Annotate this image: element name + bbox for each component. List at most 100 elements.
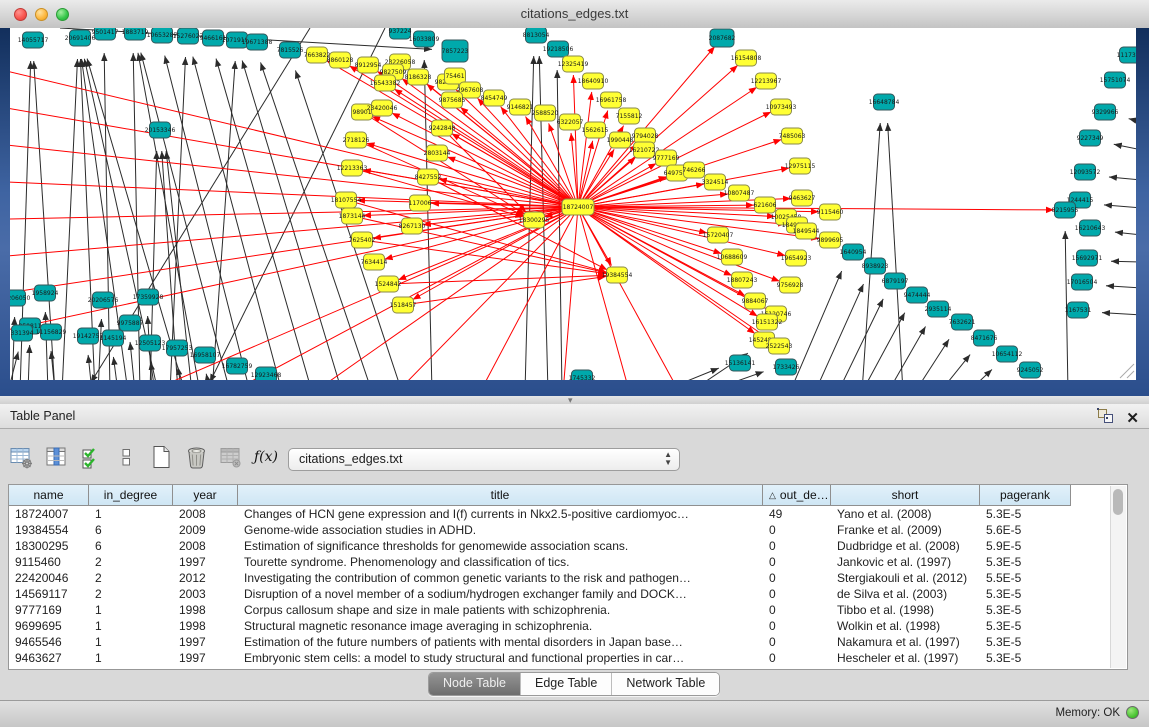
table-cell[interactable]: Nakamura et al. (1997): [831, 634, 980, 650]
table-cell[interactable]: 5.5E-5: [980, 570, 1071, 586]
table-cell[interactable]: 5.3E-5: [980, 650, 1071, 666]
table-cell[interactable]: 5.3E-5: [980, 618, 1071, 634]
table-cell[interactable]: 0: [763, 634, 831, 650]
selected-rows-icon[interactable]: [78, 444, 104, 470]
table-cell[interactable]: 0: [763, 602, 831, 618]
table-cell[interactable]: 5.3E-5: [980, 506, 1071, 522]
graph-edge[interactable]: [578, 207, 637, 380]
graph-edge[interactable]: [940, 355, 970, 380]
tab-network-table[interactable]: Network Table: [612, 673, 719, 695]
table-row[interactable]: 1938455462009Genome-wide association stu…: [9, 522, 1071, 538]
table-cell[interactable]: 9699695: [9, 618, 89, 634]
table-cell[interactable]: 6: [89, 538, 173, 554]
table-cell[interactable]: 1: [89, 506, 173, 522]
graph-edge[interactable]: [216, 59, 312, 380]
graph-edge[interactable]: [45, 312, 48, 380]
graph-edge[interactable]: [968, 370, 992, 380]
graph-edge[interactable]: [130, 342, 135, 380]
column-header-in_degree[interactable]: in_degree: [89, 485, 173, 506]
table-cell[interactable]: 2: [89, 586, 173, 602]
table-cell[interactable]: 1: [89, 618, 173, 634]
panel-splitter[interactable]: ▾: [0, 396, 1149, 404]
graph-edge[interactable]: [1129, 119, 1136, 122]
table-cell[interactable]: 1997: [173, 554, 238, 570]
graph-edge[interactable]: [1114, 144, 1136, 150]
column-header-title[interactable]: title: [238, 485, 763, 506]
table-cell[interactable]: Stergiakouli et al. (2012): [831, 570, 980, 586]
table-cell[interactable]: 5.3E-5: [980, 586, 1071, 602]
table-cell[interactable]: 14569117: [9, 586, 89, 602]
table-cell[interactable]: 2008: [173, 538, 238, 554]
table-cell[interactable]: 5.9E-5: [980, 538, 1071, 554]
float-panel-icon[interactable]: [1097, 408, 1114, 429]
graph-edge[interactable]: [1115, 232, 1136, 235]
graph-edge[interactable]: [368, 207, 578, 380]
table-cell[interactable]: Jankovic et al. (1997): [831, 554, 980, 570]
table-row[interactable]: 977716911998Corpus callosum shape and si…: [9, 602, 1071, 618]
close-panel-icon[interactable]: ✕: [1126, 411, 1139, 427]
table-cell[interactable]: Tibbo et al. (1998): [831, 602, 980, 618]
row-stack-icon[interactable]: [113, 444, 139, 470]
table-row[interactable]: 946362711997Embryonic stem cells: a mode…: [9, 650, 1071, 666]
table-cell[interactable]: 5.3E-5: [980, 602, 1071, 618]
graph-edge[interactable]: [10, 207, 578, 220]
tab-edge-table[interactable]: Edge Table: [521, 673, 612, 695]
table-cell[interactable]: Genome-wide association studies in ADHD.: [238, 522, 763, 538]
table-row[interactable]: 911546021997Tourette syndrome. Phenomeno…: [9, 554, 1071, 570]
column-header-out_de[interactable]: △out_de…: [763, 485, 831, 506]
table-scrollbar-thumb[interactable]: [1113, 489, 1123, 515]
table-cell[interactable]: 1997: [173, 634, 238, 650]
graph-edge[interactable]: [10, 352, 18, 380]
table-cell[interactable]: 19384554: [9, 522, 89, 538]
new-column-icon[interactable]: [148, 444, 174, 470]
graph-edge[interactable]: [113, 357, 118, 380]
table-cell[interactable]: 1: [89, 602, 173, 618]
table-cell[interactable]: 1: [89, 650, 173, 666]
table-cell[interactable]: 2: [89, 570, 173, 586]
graph-edge[interactable]: [561, 207, 578, 380]
table-row[interactable]: 969969511998Structural magnetic resonanc…: [9, 618, 1071, 634]
table-cell[interactable]: 1998: [173, 602, 238, 618]
table-mode-icon[interactable]: [8, 444, 34, 470]
table-cell[interactable]: Hescheler et al. (1997): [831, 650, 980, 666]
table-row[interactable]: 2242004622012Investigating the contribut…: [9, 570, 1071, 586]
graph-edge[interactable]: [388, 275, 606, 284]
table-cell[interactable]: 0: [763, 650, 831, 666]
table-cell[interactable]: 0: [763, 570, 831, 586]
table-cell[interactable]: 5.3E-5: [980, 554, 1071, 570]
graph-edge[interactable]: [398, 207, 578, 280]
table-cell[interactable]: 0: [763, 618, 831, 634]
graph-edge[interactable]: [862, 313, 905, 380]
table-cell[interactable]: 5.6E-5: [980, 522, 1071, 538]
table-cell[interactable]: 2: [89, 554, 173, 570]
function-builder-icon[interactable]: ƒ(x): [253, 444, 279, 470]
table-cell[interactable]: Changes of HCN gene expression and I(f) …: [238, 506, 763, 522]
graph-edge[interactable]: [888, 123, 903, 380]
table-cell[interactable]: Investigating the contribution of common…: [238, 570, 763, 586]
table-cell[interactable]: 2009: [173, 522, 238, 538]
graph-edge[interactable]: [888, 327, 926, 380]
table-cell[interactable]: 0: [763, 586, 831, 602]
table-cell[interactable]: 18724007: [9, 506, 89, 522]
table-cell[interactable]: Dudbridge et al. (2008): [831, 538, 980, 554]
tab-node-table[interactable]: Node Table: [429, 673, 521, 695]
graph-edge[interactable]: [242, 61, 342, 380]
graph-edge[interactable]: [915, 339, 949, 380]
graph-edge[interactable]: [1102, 313, 1136, 315]
table-row[interactable]: 1830029562008Estimation of significance …: [9, 538, 1071, 554]
table-cell[interactable]: 5.3E-5: [980, 634, 1071, 650]
table-cell[interactable]: 9115460: [9, 554, 89, 570]
graph-edge[interactable]: [88, 355, 92, 380]
column-header-short[interactable]: short: [831, 485, 980, 506]
graph-edge[interactable]: [578, 92, 592, 207]
graph-edge[interactable]: [165, 56, 250, 380]
table-cell[interactable]: 2012: [173, 570, 238, 586]
graph-edge[interactable]: [295, 70, 402, 380]
table-cell[interactable]: 9463627: [9, 650, 89, 666]
table-cell[interactable]: Disruption of a novel member of a sodium…: [238, 586, 763, 602]
column-header-year[interactable]: year: [173, 485, 238, 506]
graph-edge[interactable]: [98, 319, 101, 380]
table-selector[interactable]: citations_edges.txt ▲▼: [288, 448, 680, 471]
table-cell[interactable]: Corpus callosum shape and size in male p…: [238, 602, 763, 618]
delete-trash-icon[interactable]: [183, 444, 209, 470]
